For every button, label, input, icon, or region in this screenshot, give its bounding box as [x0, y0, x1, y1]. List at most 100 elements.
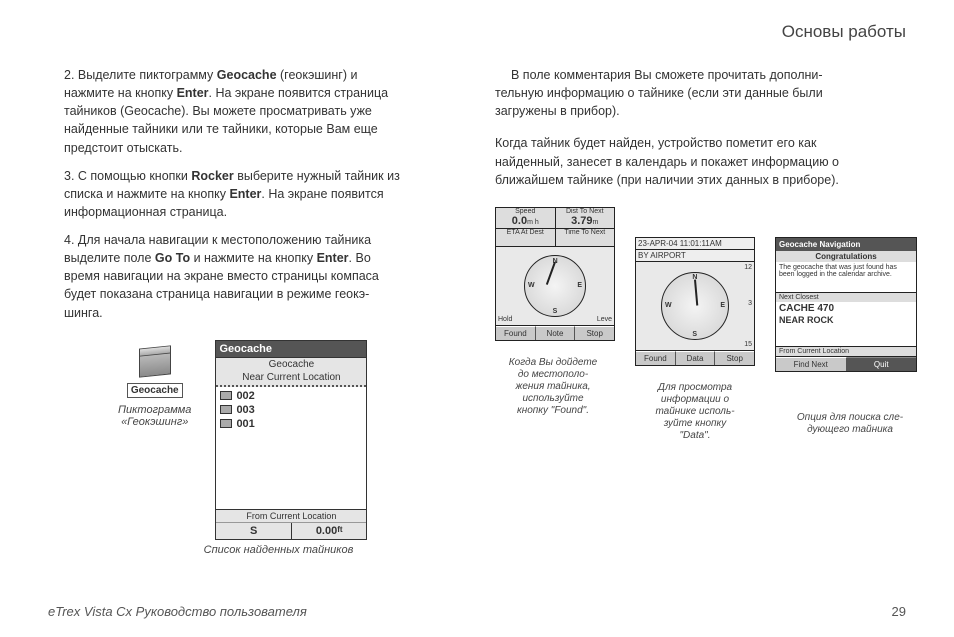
- caption-line: «Геокэшинг»: [121, 416, 188, 428]
- list-item[interactable]: 003: [220, 403, 362, 417]
- note-button[interactable]: Note: [536, 326, 576, 340]
- bold-term: Enter: [177, 86, 209, 100]
- caption-line: тайнике исполь-: [655, 406, 734, 417]
- found-button[interactable]: Found: [496, 326, 536, 340]
- step-line: выделите поле Go To и нажмите на кнопку …: [48, 249, 459, 267]
- step-line: списка и нажмите на кнопку Enter. На экр…: [48, 185, 459, 203]
- compass-s: S: [553, 308, 558, 315]
- field-value: 0.0m h: [497, 215, 554, 228]
- list-item[interactable]: 002: [220, 389, 362, 403]
- compass-e: E: [720, 302, 725, 309]
- dist-cell: Dist To Next 3.79m: [556, 208, 615, 228]
- bold-term: Enter: [229, 187, 261, 201]
- text: . На экране появится: [261, 187, 383, 201]
- chest-icon: [220, 391, 232, 400]
- text: . На экране появится страница: [209, 86, 389, 100]
- speed-cell: Speed 0.0m h: [496, 208, 556, 228]
- tick-label: 12: [744, 264, 752, 271]
- caption-line: жения тайника,: [515, 381, 590, 392]
- unit: m: [593, 219, 599, 226]
- stop-button[interactable]: Stop: [575, 326, 614, 340]
- quit-button[interactable]: Quit: [847, 357, 917, 371]
- val: 3.79: [571, 215, 592, 227]
- step-line: 4. Для начала навигации к местоположению…: [48, 233, 371, 247]
- eta-cell: ETA At Dest: [496, 229, 556, 246]
- left-column: 2. Выделите пиктограмму Geocache (геокэш…: [48, 66, 459, 556]
- section-title: Основы работы: [782, 22, 906, 42]
- step-number: 2.: [64, 68, 78, 82]
- step-line: тайников (Geocache). Вы можете просматри…: [48, 102, 459, 120]
- para-line: ближайшем тайнике (при наличии этих данн…: [495, 173, 839, 187]
- text: нажмите на кнопку: [64, 86, 177, 100]
- para-line: тельную информацию о тайнике (если эти д…: [495, 86, 823, 100]
- geocache-icon-label: Geocache: [127, 383, 183, 398]
- button-bar: Found Data Stop: [636, 350, 754, 365]
- right-column: В поле комментария Вы сможете прочитать …: [495, 66, 906, 556]
- cache-id: 001: [236, 418, 254, 430]
- para-line: Когда тайник будет найден, устройство по…: [495, 136, 816, 150]
- compass-area: Hold Leve N E S W: [496, 247, 614, 325]
- step-line: предстоит отыскать.: [48, 139, 459, 157]
- next-closest-label: Next Closest: [776, 292, 916, 302]
- bold-term: Enter: [317, 251, 349, 265]
- caption-line: используйте: [522, 393, 583, 404]
- stop-button[interactable]: Stop: [715, 351, 754, 365]
- field-label: Time To Next: [557, 229, 614, 236]
- tick-label: 15: [744, 341, 752, 348]
- caption-line: кнопку "Found".: [517, 405, 589, 416]
- cache-name: CACHE 470: [776, 302, 916, 315]
- field-label: ETA At Dest: [497, 229, 554, 236]
- cache-id: 002: [236, 390, 254, 402]
- text: выберите нужный тайник из: [234, 169, 400, 183]
- caption-line: Опция для поиска сле-: [797, 412, 903, 423]
- top-bar: Speed 0.0m h Dist To Next 3.79m: [496, 208, 614, 229]
- found-button[interactable]: Found: [636, 351, 676, 365]
- bold-term: Geocache: [217, 68, 277, 82]
- page-footer: eTrex Vista Cx Руководство пользователя …: [48, 604, 906, 619]
- screen-footer: From Current Location S 0.00ft: [216, 509, 366, 539]
- compass-screen-data: 23-APR-04 11:01:11AM BY AIRPORT N E S W …: [635, 237, 755, 366]
- cache-list: 002 003 001: [216, 387, 366, 509]
- field-label: Dist To Next: [557, 208, 614, 215]
- compass-w: W: [528, 282, 535, 289]
- button-bar: Found Note Stop: [496, 325, 614, 340]
- step-3: 3. С помощью кнопки Rocker выберите нужн…: [48, 167, 459, 221]
- geocache-icon-block: Geocache Пиктограмма «Геокэшинг»: [118, 348, 191, 428]
- field-label: Speed: [497, 208, 554, 215]
- caption-line: дующего тайника: [807, 424, 893, 435]
- caption-line: зуйте кнопку: [664, 418, 727, 429]
- screen-subtitle: Geocache: [216, 358, 366, 372]
- data-button[interactable]: Data: [676, 351, 716, 365]
- caption-line: "Data".: [679, 430, 710, 441]
- para-line: В поле комментария Вы сможете прочитать …: [495, 66, 906, 84]
- list-item[interactable]: 001: [220, 417, 362, 431]
- direction-value: S: [216, 523, 292, 539]
- step-number: 3.: [64, 169, 78, 183]
- text: С помощью кнопки: [78, 169, 191, 183]
- figure-geocache-list: Geocache Пиктограмма «Геокэшинг» Geocach…: [118, 340, 459, 540]
- step-line: информационная страница.: [48, 203, 459, 221]
- step-4: 4. Для начала навигации к местоположению…: [48, 231, 459, 322]
- from-current-label: From Current Location: [776, 346, 916, 356]
- find-next-button[interactable]: Find Next: [776, 357, 847, 371]
- compass-area: N E S W 12 3 15: [636, 262, 754, 350]
- tick-label: 3: [748, 300, 752, 307]
- unit: m h: [527, 219, 539, 226]
- compass-s: S: [692, 331, 697, 338]
- step-line: 3. С помощью кнопки Rocker выберите нужн…: [48, 169, 400, 183]
- caption-line: информации о: [661, 394, 729, 405]
- bold-term: Go To: [155, 251, 190, 265]
- caption-line: до местополо-: [518, 369, 588, 380]
- step-line: шинга.: [48, 304, 459, 322]
- text: (геокэшинг) и: [277, 68, 358, 82]
- cache-id: 003: [236, 404, 254, 416]
- footer-label: From Current Location: [216, 510, 366, 523]
- text: выделите поле: [64, 251, 155, 265]
- compass-w: W: [665, 302, 672, 309]
- text: Для начала навигации к местоположению та…: [78, 233, 371, 247]
- caption-data: Для просмотра информации о тайнике испол…: [625, 382, 765, 442]
- book-title: eTrex Vista Cx Руководство пользователя: [48, 604, 307, 619]
- footer-row: S 0.00ft: [216, 523, 366, 539]
- caption-line: Пиктограмма: [118, 404, 191, 416]
- two-column-layout: 2. Выделите пиктограмму Geocache (геокэш…: [48, 66, 906, 556]
